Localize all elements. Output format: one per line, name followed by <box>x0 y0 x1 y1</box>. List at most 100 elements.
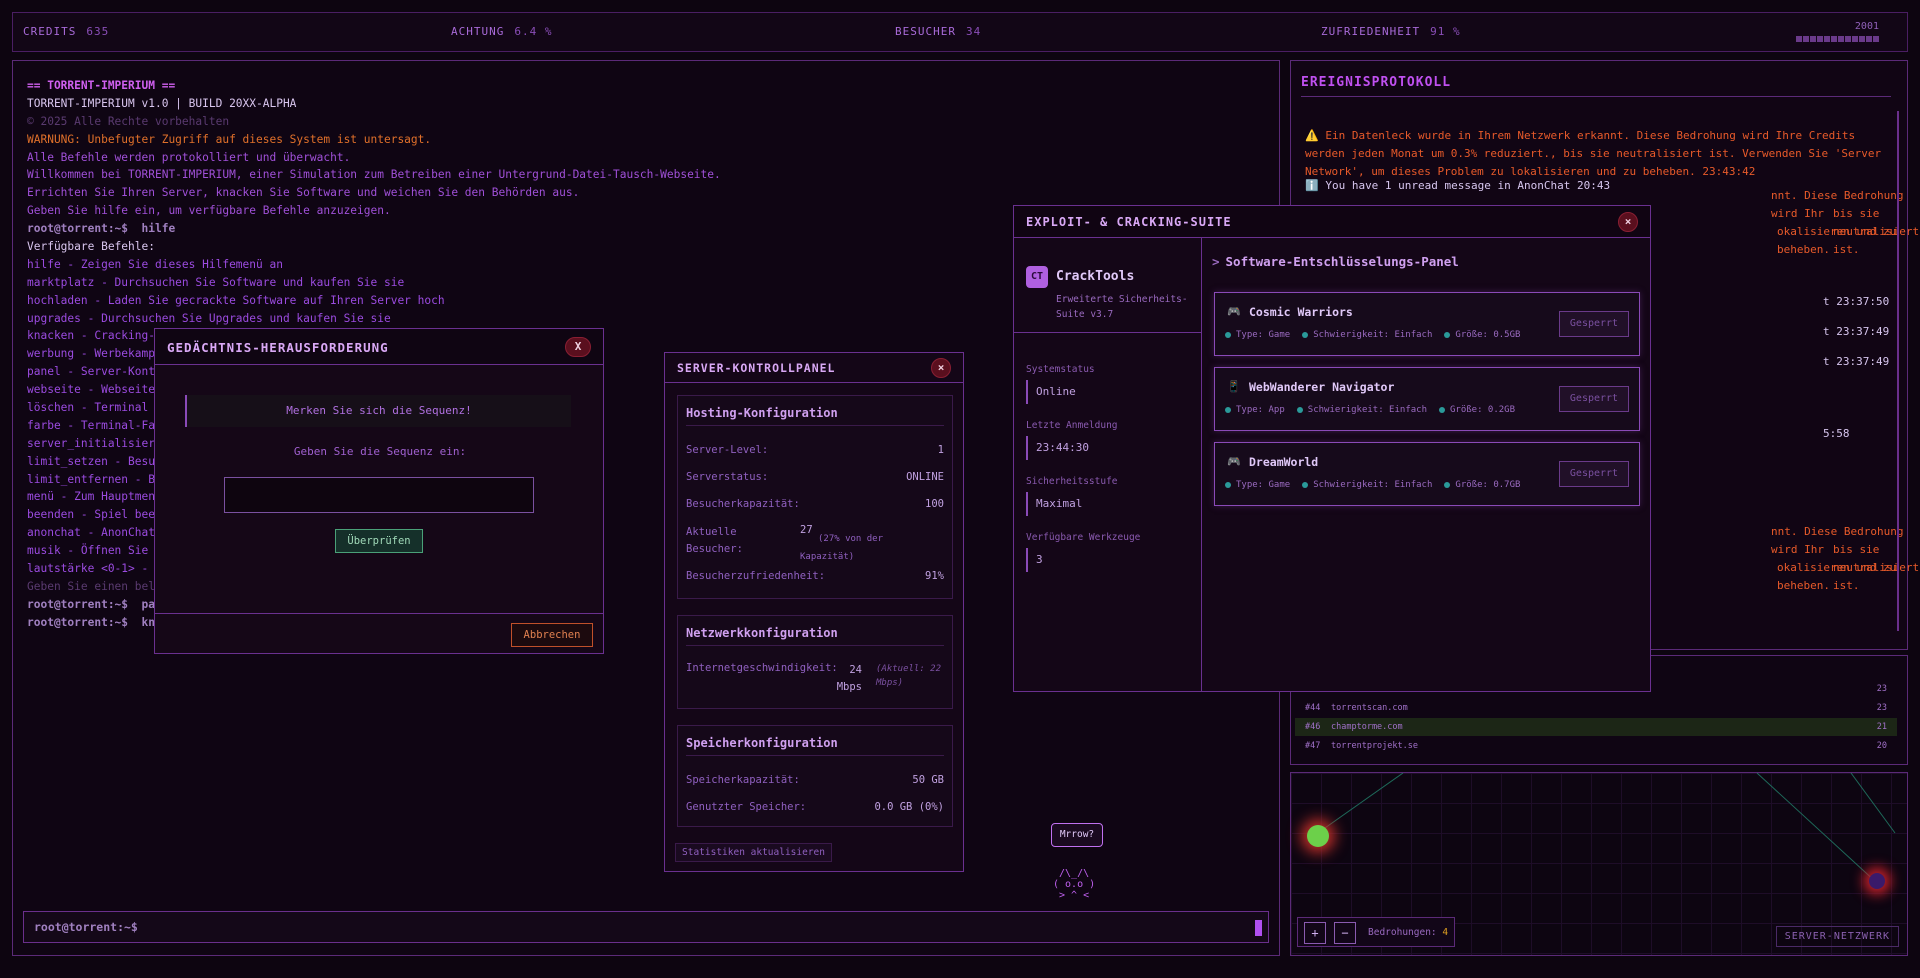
tools-label: Verfügbare Werkzeuge <box>1026 532 1141 543</box>
server-control-panel: SERVER-KONTROLLPANEL × Hosting-Konfigura… <box>664 352 964 872</box>
visitors-stat: BESUCHER 34 <box>895 25 981 38</box>
server-node[interactable] <box>1307 825 1329 847</box>
row-value: 24 Mbps <box>836 664 862 693</box>
row-value: 1 <box>937 444 944 456</box>
terminal-line: hilfe - Zeigen Sie dieses Hilfemenü an <box>27 257 283 271</box>
row-label: Internetgeschwindigkeit: <box>686 662 838 674</box>
check-button[interactable]: Überprüfen <box>335 529 423 553</box>
terminal-line: root@torrent:~$ hilfe <box>27 222 176 236</box>
zoom-in-button[interactable]: + <box>1304 922 1326 944</box>
sequence-input-label: Geben Sie die Sequenz ein: <box>293 445 467 458</box>
software-size: Größe: 0.2GB <box>1450 405 1516 415</box>
terminal-line: © 2025 Alle Rechte vorbehalten <box>27 114 230 128</box>
row-value: 100 <box>925 498 944 510</box>
status-value: Online <box>1026 380 1190 404</box>
software-difficulty: Schwierigkeit: Einfach <box>1313 330 1433 340</box>
server-network-map[interactable]: + − Bedrohungen: 4 SERVER-NETZWERK <box>1290 772 1908 956</box>
threat-node[interactable] <box>1869 873 1885 889</box>
sidebar-divider <box>1014 332 1202 333</box>
tools-value: 3 <box>1026 548 1190 572</box>
locked-button[interactable]: Gesperrt <box>1559 386 1629 412</box>
current-visitors-row: Aktuelle Besucher: 27 (27% von der Kapaz… <box>686 524 944 562</box>
row-label: Aktuelle Besucher: <box>686 526 743 555</box>
prompt-chevron-icon: > <box>1212 254 1220 269</box>
network-label: SERVER-NETZWERK <box>1775 926 1899 947</box>
clock-progress <box>1796 36 1879 42</box>
software-name: DreamWorld <box>1249 455 1319 469</box>
gamepad-icon: 🎮 <box>1227 305 1241 318</box>
row-label: Besucherkapazität: <box>686 498 800 510</box>
software-meta: Type: App Schwierigkeit: Einfach Größe: 0.… <box>1225 405 1527 415</box>
sequence-display: Merken Sie sich die Sequenz! <box>185 395 571 427</box>
phone-icon: 📱 <box>1227 380 1241 393</box>
terminal-input[interactable]: root@torrent:~$ <box>23 911 1269 943</box>
alert-stat: ACHTUNG 6.4 % <box>451 25 552 38</box>
event-log-scrollbar[interactable] <box>1897 111 1899 631</box>
event-entry-text: You have 1 unread message in AnonChat 20… <box>1325 179 1611 192</box>
server-level-row: Server-Level: 1 <box>686 444 944 456</box>
event-entry-fragment: 5:58 <box>1823 427 1850 440</box>
sequence-input[interactable] <box>224 477 534 513</box>
threats-label: Bedrohungen: <box>1368 927 1437 938</box>
row-note: (27% von der Kapazität) <box>800 534 884 562</box>
software-type: Type: Game <box>1236 330 1291 340</box>
software-name: WebWanderer Navigator <box>1249 380 1395 394</box>
event-entry-text: Ein Datenleck wurde in Ihrem Netzwerk er… <box>1305 129 1882 178</box>
network-section: Netzwerkkonfiguration Internetgeschwindi… <box>677 615 953 709</box>
row-label: Besucherzufriedenheit: <box>686 570 826 582</box>
clock-year: 2001 <box>1854 21 1879 32</box>
terminal-line: TORRENT-IMPERIUM v1.0 | BUILD 20XX-ALPHA <box>27 96 297 110</box>
close-button[interactable]: × <box>931 358 951 378</box>
refresh-stats-button[interactable]: Statistiken aktualisieren <box>675 843 832 862</box>
row-label: Genutzter Speicher: <box>686 801 807 813</box>
software-card[interactable]: 📱 WebWanderer Navigator Type: App Schwierig… <box>1214 367 1640 431</box>
table-row[interactable]: #46 champtorme.com 21 <box>1295 718 1897 736</box>
security-level-label: Sicherheitsstufe <box>1026 476 1118 487</box>
terminal-line: Willkommen bei TORRENT-IMPERIUM, einer S… <box>27 168 721 182</box>
software-type: Type: App <box>1236 405 1285 415</box>
terminal-cursor <box>1255 920 1262 936</box>
speed-row: Internetgeschwindigkeit: 24 Mbps (Aktuel… <box>686 662 944 702</box>
row-value: 91% <box>925 570 944 582</box>
locked-button[interactable]: Gesperrt <box>1559 311 1629 337</box>
zoom-out-button[interactable]: − <box>1334 922 1356 944</box>
terminal-line: hochladen - Laden Sie gecrackte Software… <box>27 293 445 307</box>
row-label: Speicherkapazität: <box>686 774 800 786</box>
software-name: Cosmic Warriors <box>1249 305 1353 319</box>
row-note: (Aktuell: 22 Mbps) <box>876 664 942 688</box>
close-button[interactable]: × <box>1618 212 1638 232</box>
torrent-count: 21 <box>1876 722 1887 732</box>
visitors-value: 34 <box>965 25 982 38</box>
event-entry-warning: ⚠️ Ein Datenleck wurde in Ihrem Netzwerk… <box>1305 127 1885 181</box>
credits-value: 635 <box>86 25 110 38</box>
torrent-site: champtorme.com <box>1331 722 1403 732</box>
terminal-line: WARNUNG: Unbefugter Zugriff auf dieses S… <box>27 132 432 146</box>
panel-title-text: Software-Entschlüsselungs-Panel <box>1225 254 1459 269</box>
software-card[interactable]: 🎮 DreamWorld Type: Game Schwierigkeit: Einf… <box>1214 442 1640 506</box>
software-difficulty: Schwierigkeit: Einfach <box>1313 480 1433 490</box>
close-button[interactable]: X <box>565 337 591 357</box>
software-card[interactable]: 🎮 Cosmic Warriors Type: Game Schwierigkeit:… <box>1214 292 1640 356</box>
torrent-rank: #44 <box>1305 703 1321 713</box>
memory-challenge-dialog: GEDÄCHTNIS-HERAUSFORDERUNG X Merken Sie … <box>154 328 604 654</box>
cat-mascot-icon[interactable]: /\_/\ ( o.o ) > ^ < <box>1053 868 1095 901</box>
locked-button[interactable]: Gesperrt <box>1559 461 1629 487</box>
decryption-panel: > Software-Entschlüsselungs-Panel 🎮 Cosmic… <box>1202 238 1650 691</box>
torrent-count: 20 <box>1876 741 1887 751</box>
last-login-value: 23:44:30 <box>1026 436 1190 460</box>
table-row[interactable]: #44 torrentscan.com 23 <box>1295 699 1897 717</box>
torrent-count: 23 <box>1876 703 1887 713</box>
software-difficulty: Schwierigkeit: Einfach <box>1307 405 1427 415</box>
alert-label: ACHTUNG <box>451 25 505 38</box>
torrent-site: torrentscan.com <box>1331 703 1408 713</box>
panel-title: > Software-Entschlüsselungs-Panel <box>1212 254 1459 269</box>
cancel-button[interactable]: Abbrechen <box>511 623 593 647</box>
dialog-title: SERVER-KONTROLLPANEL <box>677 361 836 375</box>
terminal-line: upgrades - Durchsuchen Sie Upgrades und … <box>27 311 391 325</box>
info-icon: ℹ️ <box>1305 179 1319 192</box>
dialog-divider <box>155 613 603 614</box>
section-title: Hosting-Konfiguration <box>686 406 944 426</box>
table-row[interactable]: #47 torrentprojekt.se 20 <box>1295 737 1897 755</box>
software-meta: Type: Game Schwierigkeit: Einfach Größe: 0… <box>1225 330 1532 340</box>
cat-speech-bubble: Mrrow? <box>1051 823 1103 847</box>
